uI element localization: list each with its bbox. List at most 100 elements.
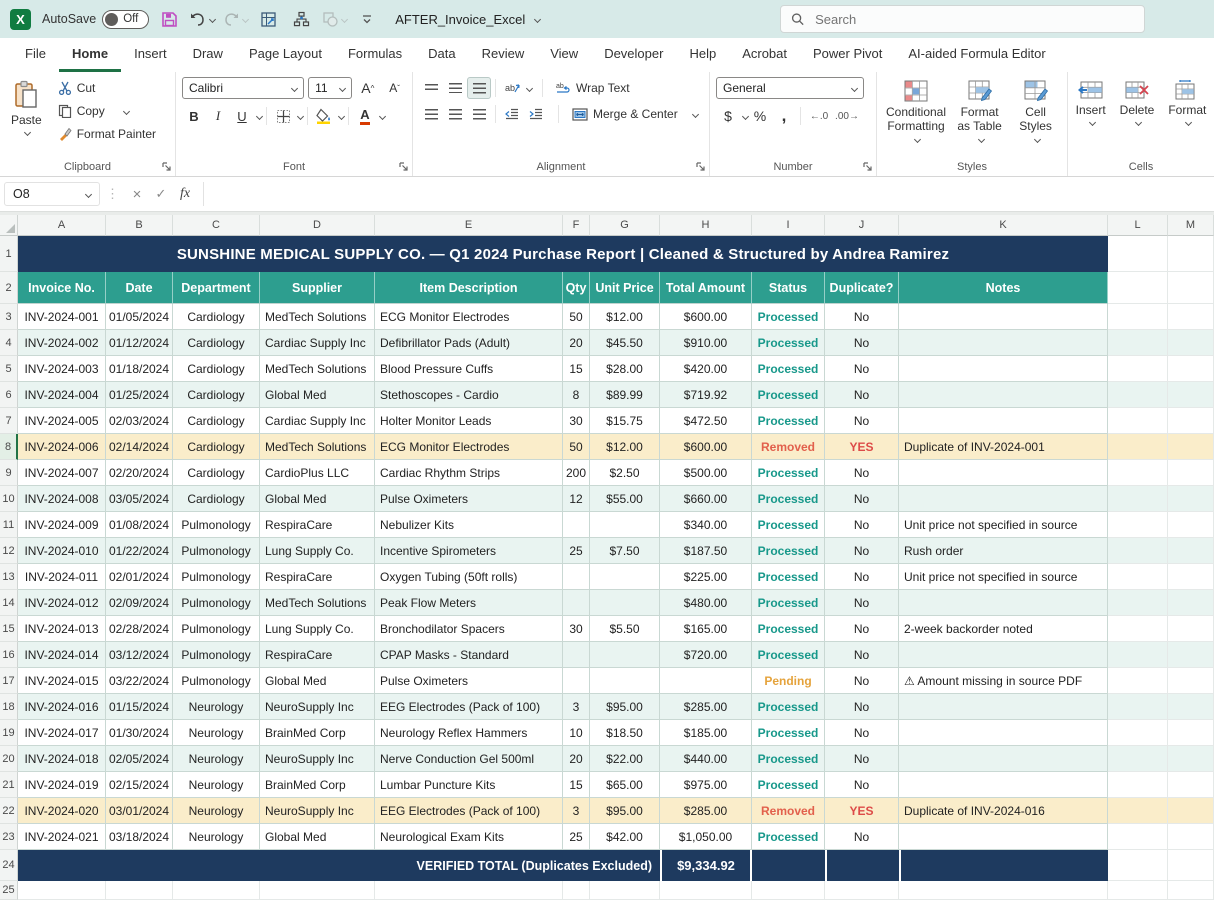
cell-M2[interactable]: [1168, 272, 1214, 304]
increase-indent-button[interactable]: [524, 103, 548, 125]
table-header-notes[interactable]: Notes: [899, 272, 1108, 304]
row-header-14[interactable]: 14: [0, 590, 18, 616]
cell-G12[interactable]: $7.50: [590, 538, 660, 564]
row-header-12[interactable]: 12: [0, 538, 18, 564]
cell-L2[interactable]: [1108, 272, 1168, 304]
decrease-indent-button[interactable]: [500, 103, 524, 125]
borders-button[interactable]: [271, 105, 295, 127]
cell-F21[interactable]: 15: [563, 772, 590, 798]
cell-A3[interactable]: INV-2024-001: [18, 304, 106, 330]
cell-M22[interactable]: [1168, 798, 1214, 824]
cell-H16[interactable]: $720.00: [660, 642, 752, 668]
cell-A22[interactable]: INV-2024-020: [18, 798, 106, 824]
cell-A8[interactable]: INV-2024-006: [18, 434, 106, 460]
cell-B4[interactable]: 01/12/2024: [106, 330, 173, 356]
cell-D9[interactable]: CardioPlus LLC: [260, 460, 375, 486]
cell-J6[interactable]: No: [825, 382, 899, 408]
cell-E21[interactable]: Lumbar Puncture Kits: [375, 772, 563, 798]
verified-total-label[interactable]: VERIFIED TOTAL (Duplicates Excluded): [18, 850, 660, 881]
row-header-5[interactable]: 5: [0, 356, 18, 382]
verified-total-amount[interactable]: $9,334.92: [660, 850, 752, 881]
cell-I24[interactable]: [752, 850, 825, 881]
cell-C10[interactable]: Cardiology: [173, 486, 260, 512]
cell-E10[interactable]: Pulse Oximeters: [375, 486, 563, 512]
cell-A7[interactable]: INV-2024-005: [18, 408, 106, 434]
font-name-select[interactable]: Calibri: [182, 77, 304, 99]
cancel-entry-button[interactable]: ×: [125, 182, 149, 206]
table-header-qty[interactable]: Qty: [563, 272, 590, 304]
cell-F6[interactable]: 8: [563, 382, 590, 408]
column-header-D[interactable]: D: [260, 215, 375, 236]
row-header-22[interactable]: 22: [0, 798, 18, 824]
cell-D4[interactable]: Cardiac Supply Inc: [260, 330, 375, 356]
cell-L13[interactable]: [1108, 564, 1168, 590]
cell-B7[interactable]: 02/03/2024: [106, 408, 173, 434]
cell-D17[interactable]: Global Med: [260, 668, 375, 694]
cell-K6[interactable]: [899, 382, 1108, 408]
conditional-formatting-button[interactable]: Conditional Formatting: [883, 77, 949, 158]
cell-K4[interactable]: [899, 330, 1108, 356]
cell-J10[interactable]: No: [825, 486, 899, 512]
conditional-formatting-chevron[interactable]: [914, 136, 921, 143]
smartart-button[interactable]: [288, 6, 314, 32]
cell-B16[interactable]: 03/12/2024: [106, 642, 173, 668]
cell-K3[interactable]: [899, 304, 1108, 330]
cell-B19[interactable]: 01/30/2024: [106, 720, 173, 746]
cell-M6[interactable]: [1168, 382, 1214, 408]
cell-A11[interactable]: INV-2024-009: [18, 512, 106, 538]
column-header-A[interactable]: A: [18, 215, 106, 236]
tab-developer[interactable]: Developer: [591, 38, 676, 72]
cell-B21[interactable]: 02/15/2024: [106, 772, 173, 798]
cell-A6[interactable]: INV-2024-004: [18, 382, 106, 408]
cell-K7[interactable]: [899, 408, 1108, 434]
clipboard-dialog-launcher[interactable]: [161, 161, 172, 172]
row-header-11[interactable]: 11: [0, 512, 18, 538]
cell-C25[interactable]: [173, 881, 260, 900]
cell-F14[interactable]: [563, 590, 590, 616]
cell-M14[interactable]: [1168, 590, 1214, 616]
search-box[interactable]: [780, 5, 1145, 33]
cell-H15[interactable]: $165.00: [660, 616, 752, 642]
cell-J25[interactable]: [825, 881, 899, 900]
cell-K16[interactable]: [899, 642, 1108, 668]
cell-C11[interactable]: Pulmonology: [173, 512, 260, 538]
cell-C15[interactable]: Pulmonology: [173, 616, 260, 642]
cell-D3[interactable]: MedTech Solutions: [260, 304, 375, 330]
cell-I11[interactable]: Processed: [752, 512, 825, 538]
shapes-menu-chevron[interactable]: [341, 15, 348, 22]
cell-J21[interactable]: No: [825, 772, 899, 798]
cell-K21[interactable]: [899, 772, 1108, 798]
align-bottom-button[interactable]: [467, 77, 491, 99]
cell-F25[interactable]: [563, 881, 590, 900]
cell-G13[interactable]: [590, 564, 660, 590]
cell-G11[interactable]: [590, 512, 660, 538]
cell-C23[interactable]: Neurology: [173, 824, 260, 850]
row-header-18[interactable]: 18: [0, 694, 18, 720]
row-header-15[interactable]: 15: [0, 616, 18, 642]
align-center-button[interactable]: [443, 103, 467, 125]
cell-F12[interactable]: 25: [563, 538, 590, 564]
cell-L6[interactable]: [1108, 382, 1168, 408]
cell-G17[interactable]: [590, 668, 660, 694]
insert-cells-button[interactable]: Insert: [1071, 77, 1111, 158]
cell-M1[interactable]: [1168, 236, 1214, 272]
cell-B5[interactable]: 01/18/2024: [106, 356, 173, 382]
orientation-menu-chevron[interactable]: [526, 84, 533, 91]
cell-G4[interactable]: $45.50: [590, 330, 660, 356]
tab-help[interactable]: Help: [676, 38, 729, 72]
cell-G25[interactable]: [590, 881, 660, 900]
cell-M11[interactable]: [1168, 512, 1214, 538]
cell-G16[interactable]: [590, 642, 660, 668]
cell-L5[interactable]: [1108, 356, 1168, 382]
cell-I23[interactable]: Processed: [752, 824, 825, 850]
cell-I19[interactable]: Processed: [752, 720, 825, 746]
underline-menu-chevron[interactable]: [256, 112, 263, 119]
cell-K22[interactable]: Duplicate of INV-2024-016: [899, 798, 1108, 824]
cell-H21[interactable]: $975.00: [660, 772, 752, 798]
column-header-I[interactable]: I: [752, 215, 825, 236]
cell-I16[interactable]: Processed: [752, 642, 825, 668]
cell-E4[interactable]: Defibrillator Pads (Adult): [375, 330, 563, 356]
cell-G15[interactable]: $5.50: [590, 616, 660, 642]
formula-input[interactable]: [203, 182, 1214, 206]
cell-I22[interactable]: Removed: [752, 798, 825, 824]
